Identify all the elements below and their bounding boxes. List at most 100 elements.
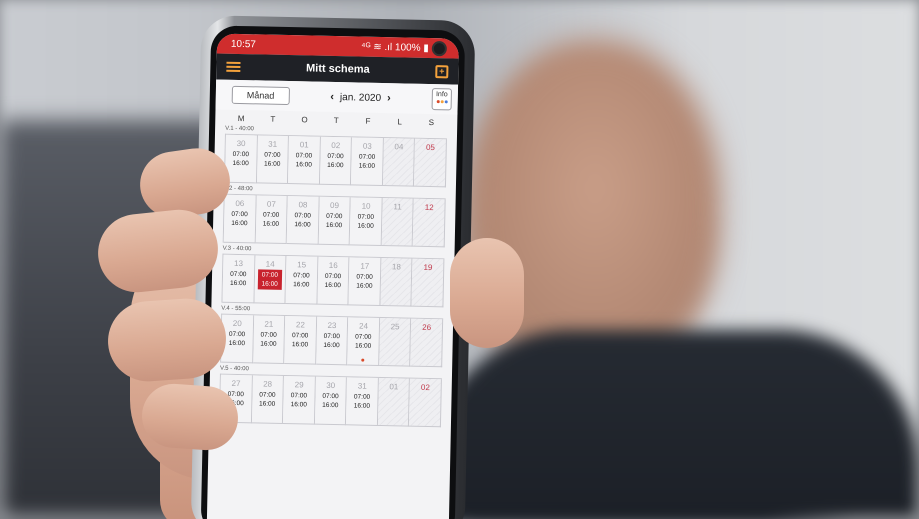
weekday-label: S <box>428 117 435 128</box>
calendar-day[interactable]: 15 07:00 16:00 <box>285 256 319 305</box>
calendar-day[interactable]: 30 07:00 16:00 <box>314 376 348 426</box>
calendar-day[interactable]: 30 07:00 16:00 <box>224 134 258 184</box>
shift-times: 07:00 16:00 <box>257 150 288 169</box>
calendar-week: V.1 - 40:00 30 07:00 16:00 31 07:00 16:00 01 07:… <box>214 122 457 188</box>
shift-times: 07:00 16:00 <box>348 332 379 351</box>
legend-dots-icon <box>433 100 451 104</box>
calendar-day[interactable]: 26 <box>410 318 444 368</box>
calendar-day[interactable]: 07 07:00 16:00 <box>255 195 288 245</box>
calendar-day[interactable]: 03 07:00 16:00 <box>351 137 384 187</box>
shift-end: 16:00 <box>290 401 307 409</box>
calendar-day[interactable]: 22 07:00 16:00 <box>284 316 317 365</box>
shift-end: 16:00 <box>293 281 310 289</box>
prev-month-button[interactable]: ‹ <box>330 91 334 103</box>
shift-end: 16:00 <box>295 161 312 169</box>
week-grid: 06 07:00 16:00 07 07:00 16:00 08 07:00 16:00 09 07… <box>222 193 446 248</box>
calendar-day[interactable]: 02 <box>409 378 442 428</box>
day-number: 02 <box>420 382 430 393</box>
shift-times: 07:00 16:00 <box>320 152 351 171</box>
shift-end: 16:00 <box>228 339 246 348</box>
calendar-day[interactable]: 01 <box>377 377 411 427</box>
shift-times: 07:00 16:00 <box>252 390 283 409</box>
calendar-day[interactable]: 05 <box>414 138 447 188</box>
shift-times: 07:00 16:00 <box>288 151 319 170</box>
calendar-week: V.5 - 40:00 27 07:00 16:00 28 07:00 16:00 29 07:… <box>209 362 452 428</box>
shift-end: 16:00 <box>260 340 277 348</box>
calendar-day[interactable]: 23 07:00 16:00 <box>315 316 349 366</box>
day-number: 31 <box>357 381 367 391</box>
weekday-label: L <box>397 117 403 127</box>
calendar-day[interactable]: 20 07:00 16:00 <box>221 314 254 364</box>
shift-end: 16:00 <box>322 401 339 410</box>
shift-end: 16:00 <box>229 279 247 288</box>
hamburger-menu-icon[interactable] <box>226 61 241 73</box>
calendar-day[interactable]: 12 <box>413 198 446 248</box>
calendar-day[interactable]: 16 07:00 16:00 <box>317 256 350 306</box>
calendar-day[interactable]: 13 07:00 16:00 <box>222 254 256 304</box>
calendar-day[interactable]: 02 07:00 16:00 <box>319 136 353 186</box>
calendar-day[interactable]: 21 07:00 16:00 <box>252 315 286 364</box>
view-month-button[interactable]: Månad <box>231 85 290 106</box>
calendar-day[interactable]: 01 07:00 16:00 <box>288 136 321 185</box>
shift-times: 07:00 16:00 <box>350 212 381 231</box>
calendar-day[interactable]: 06 07:00 16:00 <box>223 194 257 244</box>
calendar-day[interactable]: 14 07:00 16:00 <box>254 255 287 305</box>
day-number: 12 <box>424 202 434 213</box>
calendar-day[interactable]: 04 <box>382 138 416 187</box>
shift-times: 07:00 16:00 <box>316 332 347 351</box>
shift-times: 07:00 16:00 <box>285 331 316 350</box>
phone-screen: 10:57 ⁴ᴳ ≋ .ıl 100% ▮ Mitt schema + Måna… <box>206 33 460 519</box>
week-grid: 13 07:00 16:00 14 07:00 16:00 15 07:00 16:00 16 07… <box>221 253 445 308</box>
day-number: 10 <box>361 201 371 211</box>
info-label: Info <box>435 91 448 99</box>
shift-times: 07:00 16:00 <box>224 210 255 229</box>
day-number: 08 <box>298 200 308 210</box>
day-number: 19 <box>423 262 433 273</box>
calendar-day[interactable]: 29 07:00 16:00 <box>283 375 316 425</box>
calendar-day[interactable]: 25 <box>379 317 412 367</box>
day-number: 28 <box>263 379 273 389</box>
calendar-day[interactable]: 08 07:00 16:00 <box>286 196 320 245</box>
shift-end: 16:00 <box>294 221 311 229</box>
calendar-week: V.3 - 40:00 13 07:00 16:00 14 07:00 16:00 15 07:… <box>211 242 454 308</box>
calendar-day[interactable]: 18 <box>380 258 413 307</box>
day-number: 06 <box>235 198 245 209</box>
day-number: 03 <box>362 141 372 151</box>
calendar-day[interactable]: 10 07:00 16:00 <box>349 197 383 247</box>
calendar-day[interactable]: 31 07:00 16:00 <box>256 135 290 185</box>
day-number: 17 <box>360 261 370 271</box>
day-number: 24 <box>359 321 369 331</box>
calendar-add-icon[interactable]: + <box>435 64 449 78</box>
info-button[interactable]: Info <box>431 88 452 111</box>
shift-end: 16:00 <box>327 161 344 170</box>
day-number: 27 <box>231 378 241 389</box>
calendar-day[interactable]: 11 <box>381 198 415 247</box>
calendar-day[interactable]: 17 07:00 16:00 <box>348 257 382 306</box>
shift-end: 16:00 <box>262 220 280 228</box>
calendar-day[interactable]: 31 07:00 16:00 <box>346 377 379 426</box>
event-marker-dot <box>361 358 365 362</box>
blurred-shirt <box>430 330 919 519</box>
shift-times: 07:00 16:00 <box>223 270 254 289</box>
calendar-day[interactable]: 09 07:00 16:00 <box>318 196 351 246</box>
next-month-button[interactable]: › <box>387 92 391 104</box>
calendar-week: V.4 - 55:00 20 07:00 16:00 21 07:00 16:00 22 07:… <box>210 302 453 368</box>
day-number: 31 <box>268 139 278 149</box>
shift-times: 07:00 16:00 <box>253 330 284 349</box>
calendar-day[interactable]: 24 07:00 16:00 <box>347 317 381 366</box>
calendar-day[interactable]: 28 07:00 16:00 <box>251 375 285 424</box>
phone-bezel: 10:57 ⁴ᴳ ≋ .ıl 100% ▮ Mitt schema + Måna… <box>200 25 466 519</box>
shift-end: 16:00 <box>356 282 373 290</box>
hand-thumb <box>450 238 524 348</box>
shift-end: 16:00 <box>291 341 309 349</box>
shift-end: 16:00 <box>264 160 281 168</box>
calendar-day[interactable]: 19 <box>411 258 445 308</box>
day-number: 04 <box>394 142 404 152</box>
day-number: 01 <box>389 382 399 392</box>
status-indicators: ⁴ᴳ ≋ .ıl 100% ▮ <box>361 41 429 54</box>
day-number: 30 <box>326 380 336 391</box>
day-number: 30 <box>236 138 246 149</box>
shift-times: 07:00 16:00 <box>315 392 346 411</box>
shift-times: 07:00 16:00 <box>347 392 378 411</box>
shift-end: 16:00 <box>324 281 342 290</box>
